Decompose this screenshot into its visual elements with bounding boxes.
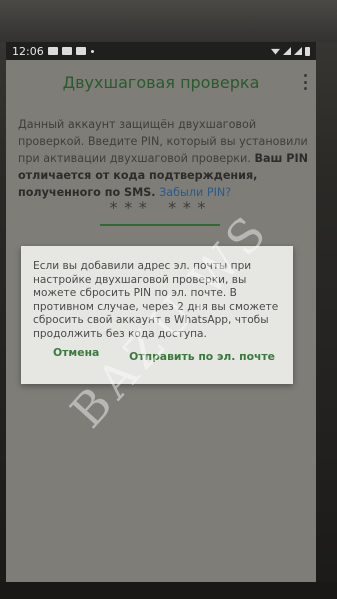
dialog-message: Если вы добавили адрес эл. почты при нас…	[33, 260, 279, 340]
pin-input-underline	[100, 224, 220, 226]
battery-icon	[305, 46, 310, 56]
page-title: Двухшаговая проверка	[62, 72, 260, 92]
overflow-menu-icon[interactable]	[302, 74, 308, 90]
cancel-button[interactable]: Отмена	[53, 346, 99, 359]
more-notifications-icon	[90, 49, 94, 53]
signal-icon-2	[294, 47, 302, 55]
pin-description: Данный аккаунт защищён двухшаговой прове…	[18, 116, 310, 201]
reset-pin-dialog: Если вы добавили адрес эл. почты при нас…	[21, 246, 293, 384]
phone-top-bezel	[0, 0, 337, 42]
phone-bottom-bezel	[0, 582, 337, 599]
send-email-button[interactable]: Отправить по эл. почте	[129, 350, 275, 363]
status-time: 12:06	[12, 44, 44, 58]
youtube-notification-icon	[61, 47, 72, 55]
phone-frame: 12:06 Двухшаговая проверка Данный аккаун…	[0, 0, 337, 599]
app-bar: Двухшаговая проверка	[6, 60, 316, 104]
status-bar: 12:06	[6, 42, 316, 60]
youtube-notification-icon-2	[75, 47, 86, 55]
status-right-icons	[271, 46, 310, 56]
gallery-notification-icon	[47, 47, 58, 55]
pin-input[interactable]: *** ***	[100, 198, 220, 224]
signal-icon	[283, 47, 291, 55]
wifi-icon	[271, 48, 280, 55]
